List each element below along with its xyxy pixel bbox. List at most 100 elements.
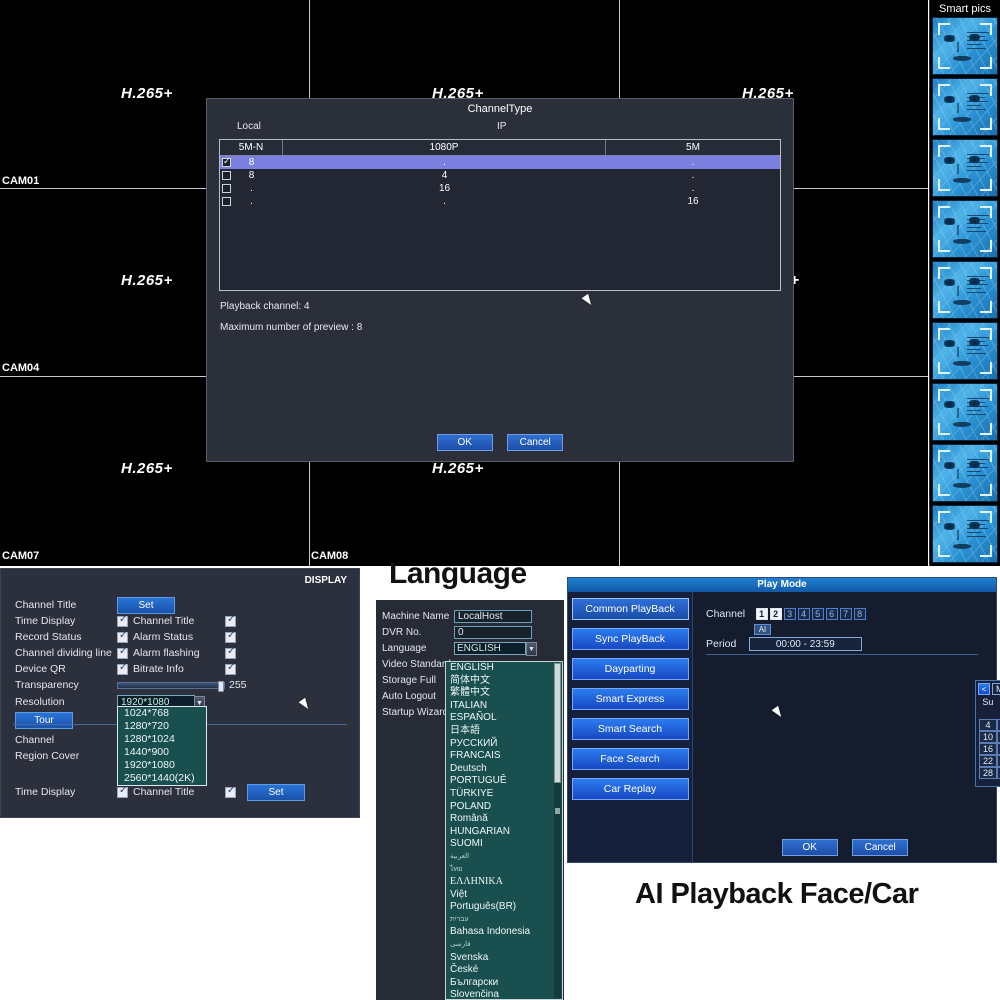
text-input[interactable]: LocalHost: [454, 609, 532, 623]
language-option[interactable]: ESPAÑOL: [446, 712, 562, 725]
calendar-day[interactable]: 16: [979, 743, 997, 755]
resolution-option[interactable]: 1280*720: [121, 720, 203, 733]
resolution-option[interactable]: 1280*1024: [121, 733, 203, 746]
play-mode-button[interactable]: Smart Express: [571, 688, 689, 710]
channel-toggle[interactable]: 2: [769, 608, 782, 620]
play-mode-list[interactable]: Common PlayBack Sync PlayBack Dayparting Sm…: [568, 592, 693, 862]
play-mode-button[interactable]: Sync PlayBack: [571, 628, 689, 650]
checkbox-record-status[interactable]: [117, 630, 128, 643]
language-dropdown-list[interactable]: ENGLISH 简体中文 繁體中文 ITALIAN ESPAÑOL 日本語 РУССКИЙ F…: [445, 661, 563, 1000]
display-settings-panel[interactable]: DISPLAY Channel Title Set Time Display C…: [0, 568, 360, 818]
smart-pic-thumbnail[interactable]: [932, 322, 998, 380]
calendar-day[interactable]: 28: [979, 767, 997, 779]
language-option[interactable]: Svenska: [446, 952, 562, 965]
row-checkbox[interactable]: [222, 197, 231, 206]
calendar-day[interactable]: 22: [979, 755, 997, 767]
language-option[interactable]: ITALIAN: [446, 700, 562, 713]
period-input[interactable]: 00:00 - 23:59: [748, 637, 862, 651]
time-display-set-button[interactable]: Set: [247, 783, 305, 801]
month-select[interactable]: Mar ▼: [992, 683, 1000, 695]
checkbox-channel-title-2[interactable]: [225, 785, 236, 798]
calendar-day[interactable]: 4: [979, 719, 997, 731]
language-option[interactable]: РУССКИЙ: [446, 738, 562, 751]
scrollbar-thumb[interactable]: [554, 663, 561, 783]
text-input[interactable]: 0: [454, 625, 532, 639]
smart-pic-thumbnail[interactable]: [932, 17, 998, 75]
checkbox-bitrate-info[interactable]: [225, 662, 236, 675]
checkbox-alarm-flashing[interactable]: [225, 646, 236, 659]
table-row[interactable]: 8..: [220, 156, 780, 169]
scrollbar-grip[interactable]: [555, 808, 560, 814]
language-select[interactable]: ENGLISH ▼: [454, 641, 537, 656]
language-option[interactable]: TÜRKIYE: [446, 788, 562, 801]
checkbox-channel-dividing-line[interactable]: [117, 646, 128, 659]
resolution-option[interactable]: 1920*1080: [121, 759, 203, 772]
language-option[interactable]: Română: [446, 813, 562, 826]
tour-button[interactable]: Tour: [15, 711, 73, 729]
play-mode-panel[interactable]: Play Mode Common PlayBack Sync PlayBack Da…: [567, 577, 1000, 863]
language-option[interactable]: ไทย: [446, 864, 562, 877]
language-option[interactable]: POLAND: [446, 801, 562, 814]
language-option[interactable]: 繁體中文: [446, 687, 562, 700]
row-checkbox[interactable]: [222, 171, 231, 180]
language-option[interactable]: 简体中文: [446, 675, 562, 688]
chevron-down-icon[interactable]: ▼: [526, 641, 537, 656]
smart-pic-thumbnail[interactable]: [932, 505, 998, 563]
language-option[interactable]: ΕΛΛΗΝΙΚΑ: [446, 876, 562, 889]
smart-pic-thumbnail[interactable]: [932, 139, 998, 197]
resolution-dropdown-list[interactable]: 1024*768 1280*720 1280*1024 1440*900 1920*10…: [117, 706, 207, 786]
channel-title-set-button[interactable]: Set: [117, 596, 175, 614]
resolution-option[interactable]: 1024*768: [121, 707, 203, 720]
language-option[interactable]: Português(BR): [446, 901, 562, 914]
ok-button[interactable]: OK: [781, 839, 838, 856]
row-checkbox[interactable]: [222, 184, 231, 193]
channel-toggle[interactable]: 4: [797, 608, 810, 620]
checkbox-alarm-status[interactable]: [225, 630, 236, 643]
language-option[interactable]: FRANCAIS: [446, 750, 562, 763]
smart-pic-thumbnail[interactable]: [932, 200, 998, 258]
resolution-option[interactable]: 1440*900: [121, 746, 203, 759]
play-mode-button[interactable]: Car Replay: [571, 778, 689, 800]
language-option[interactable]: ENGLISH: [446, 662, 562, 675]
channel-type-dialog[interactable]: ChannelType Local IP 5M-N 1080P 5M 8..84…: [206, 98, 794, 462]
prev-month-button[interactable]: <: [978, 683, 990, 695]
table-row[interactable]: . 16.: [220, 182, 780, 195]
language-option[interactable]: فارسی: [446, 939, 562, 952]
calendar-widget[interactable]: < Mar ▼ 2023 > SuMoTuWeThFrSa 1234567891…: [975, 680, 1000, 787]
play-mode-button[interactable]: Dayparting: [571, 658, 689, 680]
cancel-button[interactable]: Cancel: [507, 434, 564, 451]
language-scrollbar[interactable]: [554, 663, 561, 998]
channel-selector[interactable]: 12345678: [755, 604, 868, 621]
language-option[interactable]: Deutsch: [446, 763, 562, 776]
transparency-slider[interactable]: [117, 680, 225, 692]
checkbox-device-qr[interactable]: [117, 662, 128, 675]
calendar-day[interactable]: 10: [979, 731, 997, 743]
checkbox-time-display-2[interactable]: [117, 785, 128, 798]
language-option[interactable]: Việt: [446, 889, 562, 902]
row-checkbox[interactable]: [222, 156, 231, 167]
language-option[interactable]: Slovenčina: [446, 989, 562, 999]
resolution-option[interactable]: 2560*1440(2K): [121, 772, 203, 785]
language-option[interactable]: Bahasa Indonesia: [446, 926, 562, 939]
table-row[interactable]: 84.: [220, 169, 780, 182]
smart-pic-thumbnail[interactable]: [932, 261, 998, 319]
checkbox-time-display[interactable]: [117, 614, 128, 627]
play-mode-button[interactable]: Smart Search: [571, 718, 689, 740]
smart-pic-thumbnail[interactable]: [932, 78, 998, 136]
language-option[interactable]: 日本語: [446, 725, 562, 738]
table-row[interactable]: .. 16: [220, 195, 780, 208]
play-mode-button[interactable]: Face Search: [571, 748, 689, 770]
channel-type-table[interactable]: 5M-N 1080P 5M 8..84.. 16... 16: [219, 139, 781, 291]
language-option[interactable]: PORTUGUÊ: [446, 775, 562, 788]
language-option[interactable]: Български: [446, 977, 562, 990]
smart-pic-thumbnail[interactable]: [932, 383, 998, 441]
language-option[interactable]: SUOMI: [446, 838, 562, 851]
smart-pic-thumbnail[interactable]: [932, 444, 998, 502]
channel-toggle[interactable]: 5: [811, 608, 824, 620]
play-mode-button[interactable]: Common PlayBack: [571, 598, 689, 620]
language-option[interactable]: עברית: [446, 914, 562, 927]
channel-toggle[interactable]: 3: [783, 608, 796, 620]
channel-toggle[interactable]: 8: [853, 608, 866, 620]
language-option[interactable]: České: [446, 964, 562, 977]
calendar-days-grid[interactable]: 1234567891011121314151617181920212223242…: [976, 707, 1000, 779]
